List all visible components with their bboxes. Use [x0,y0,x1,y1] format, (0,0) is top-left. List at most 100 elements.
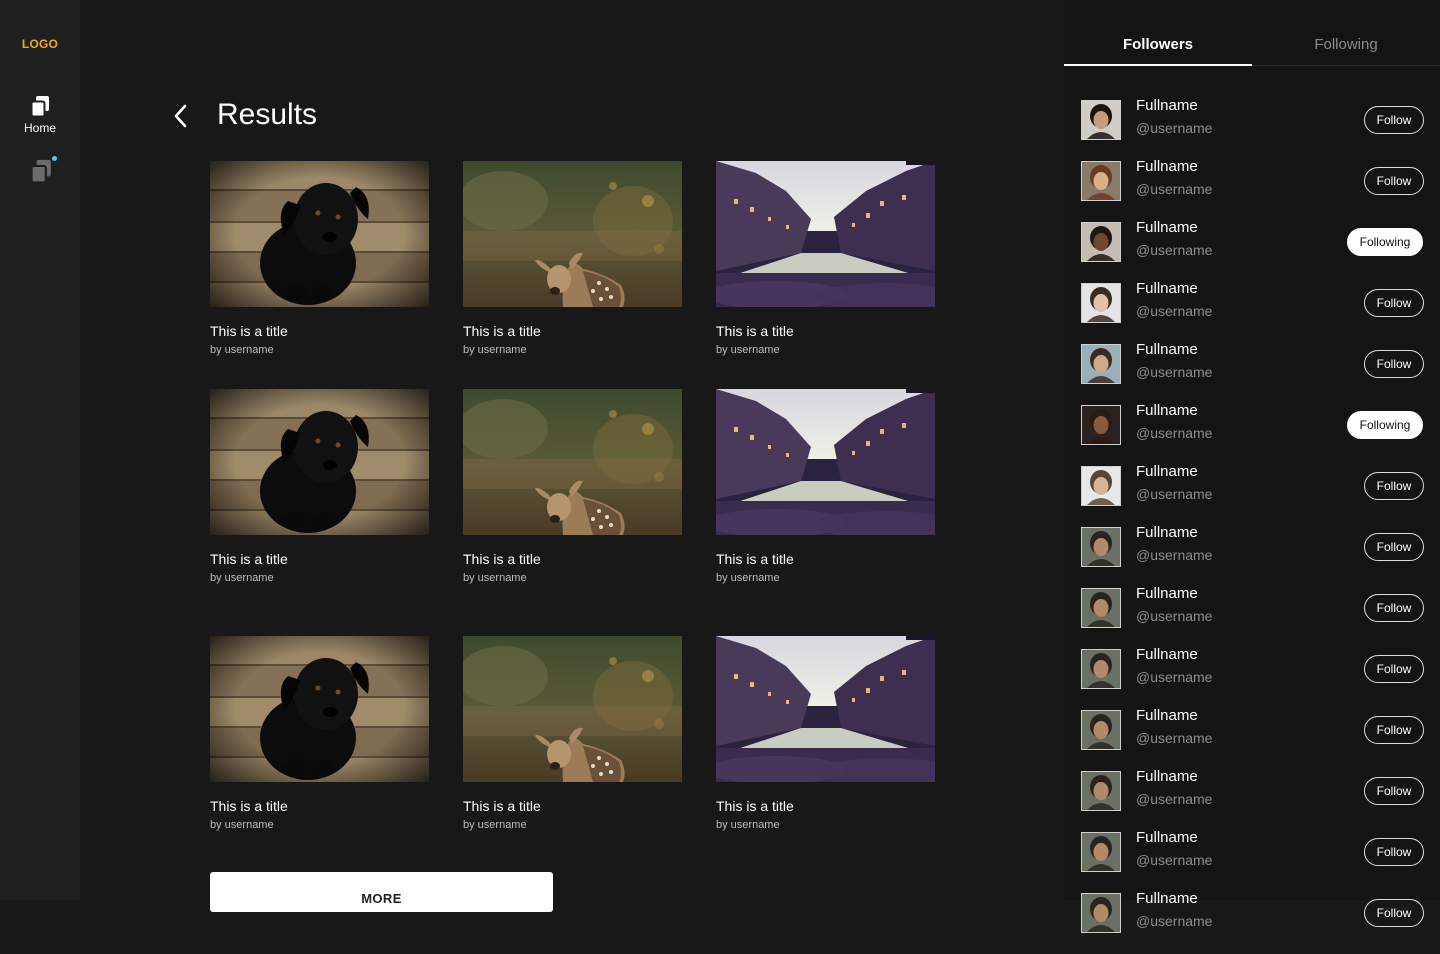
result-thumbnail[interactable] [716,636,935,782]
more-button[interactable]: MORE [210,872,553,912]
avatar[interactable] [1081,588,1121,628]
result-title[interactable]: This is a title [463,798,682,814]
logo[interactable]: LOGO [0,37,80,51]
follower-fullname[interactable]: Fullname [1136,219,1198,236]
result-card[interactable]: This is a title by username [716,636,935,831]
result-title[interactable]: This is a title [210,551,429,567]
result-byline: by username [716,819,780,831]
result-thumbnail[interactable] [716,389,935,535]
follower-fullname[interactable]: Fullname [1136,97,1198,114]
follower-fullname[interactable]: Fullname [1136,341,1198,358]
result-thumbnail[interactable] [463,389,682,535]
follow-button[interactable]: Follow [1364,655,1424,683]
nav-collections[interactable] [31,156,57,184]
follower-username: @username [1136,120,1213,136]
follower-fullname[interactable]: Fullname [1136,463,1198,480]
follower-username: @username [1136,547,1213,563]
result-title[interactable]: This is a title [716,323,935,339]
follower-username: @username [1136,669,1213,685]
follow-button[interactable]: Follow [1364,350,1424,378]
result-card[interactable]: This is a title by username [716,161,935,356]
follower-fullname[interactable]: Fullname [1136,585,1198,602]
follower-fullname[interactable]: Fullname [1136,707,1198,724]
follower-username: @username [1136,181,1213,197]
follower-fullname[interactable]: Fullname [1136,524,1198,541]
tab-followers[interactable]: Followers [1064,0,1252,66]
follower-row: Fullname @username Follow [1064,585,1440,649]
follower-row: Fullname @username Follow [1064,341,1440,405]
result-card[interactable]: This is a title by username [210,161,429,356]
nav-home-label: Home [23,121,56,135]
tab-following[interactable]: Following [1252,0,1440,66]
follower-row: Fullname @username Following [1064,402,1440,466]
result-title[interactable]: This is a title [463,551,682,567]
result-card[interactable]: This is a title by username [210,636,429,831]
follower-username: @username [1136,730,1213,746]
follower-fullname[interactable]: Fullname [1136,646,1198,663]
collection-stack-icon [31,96,49,118]
result-title[interactable]: This is a title [463,323,682,339]
follow-button[interactable]: Follow [1364,533,1424,561]
follow-button[interactable]: Follow [1364,106,1424,134]
avatar[interactable] [1081,283,1121,323]
follower-row: Fullname @username Follow [1064,646,1440,710]
follower-row: Fullname @username Follow [1064,97,1440,161]
result-card[interactable]: This is a title by username [463,161,682,356]
avatar[interactable] [1081,832,1121,872]
chevron-left-icon[interactable] [170,103,190,129]
result-card[interactable]: This is a title by username [210,389,429,584]
avatar[interactable] [1081,344,1121,384]
following-button[interactable]: Following [1347,411,1423,439]
main-content: Results This is a title by username This i… [80,0,1064,912]
result-card[interactable]: This is a title by username [463,389,682,584]
following-button[interactable]: Following [1347,228,1423,256]
avatar[interactable] [1081,710,1121,750]
result-card[interactable]: This is a title by username [463,636,682,831]
result-thumbnail[interactable] [463,161,682,307]
follower-username: @username [1136,486,1213,502]
result-title[interactable]: This is a title [716,551,935,567]
nav-home[interactable]: Home [0,96,80,140]
follower-row: Fullname @username Follow [1064,890,1440,954]
result-byline: by username [716,572,780,584]
follow-button[interactable]: Follow [1364,594,1424,622]
result-title[interactable]: This is a title [716,798,935,814]
result-title[interactable]: This is a title [210,798,429,814]
follow-button[interactable]: Follow [1364,472,1424,500]
follower-row: Fullname @username Follow [1064,158,1440,222]
follow-button[interactable]: Follow [1364,777,1424,805]
follower-username: @username [1136,242,1213,258]
result-thumbnail[interactable] [210,161,429,307]
follower-fullname[interactable]: Fullname [1136,829,1198,846]
follower-fullname[interactable]: Fullname [1136,890,1198,907]
result-byline: by username [463,344,527,356]
avatar[interactable] [1081,161,1121,201]
avatar[interactable] [1081,222,1121,262]
follower-username: @username [1136,425,1213,441]
follower-username: @username [1136,303,1213,319]
avatar[interactable] [1081,893,1121,933]
result-title[interactable]: This is a title [210,323,429,339]
avatar[interactable] [1081,771,1121,811]
follower-fullname[interactable]: Fullname [1136,280,1198,297]
result-card[interactable]: This is a title by username [716,389,935,584]
follower-row: Fullname @username Follow [1064,524,1440,588]
result-thumbnail[interactable] [210,636,429,782]
avatar[interactable] [1081,405,1121,445]
follow-button[interactable]: Follow [1364,289,1424,317]
avatar[interactable] [1081,100,1121,140]
avatar[interactable] [1081,649,1121,689]
follower-fullname[interactable]: Fullname [1136,402,1198,419]
avatar[interactable] [1081,527,1121,567]
avatar[interactable] [1081,466,1121,506]
result-thumbnail[interactable] [210,389,429,535]
follow-button[interactable]: Follow [1364,716,1424,744]
page-title: Results [217,98,318,131]
follow-button[interactable]: Follow [1364,838,1424,866]
follower-fullname[interactable]: Fullname [1136,768,1198,785]
follow-button[interactable]: Follow [1364,167,1424,195]
follow-button[interactable]: Follow [1364,899,1424,927]
result-thumbnail[interactable] [463,636,682,782]
result-thumbnail[interactable] [716,161,935,307]
follower-fullname[interactable]: Fullname [1136,158,1198,175]
